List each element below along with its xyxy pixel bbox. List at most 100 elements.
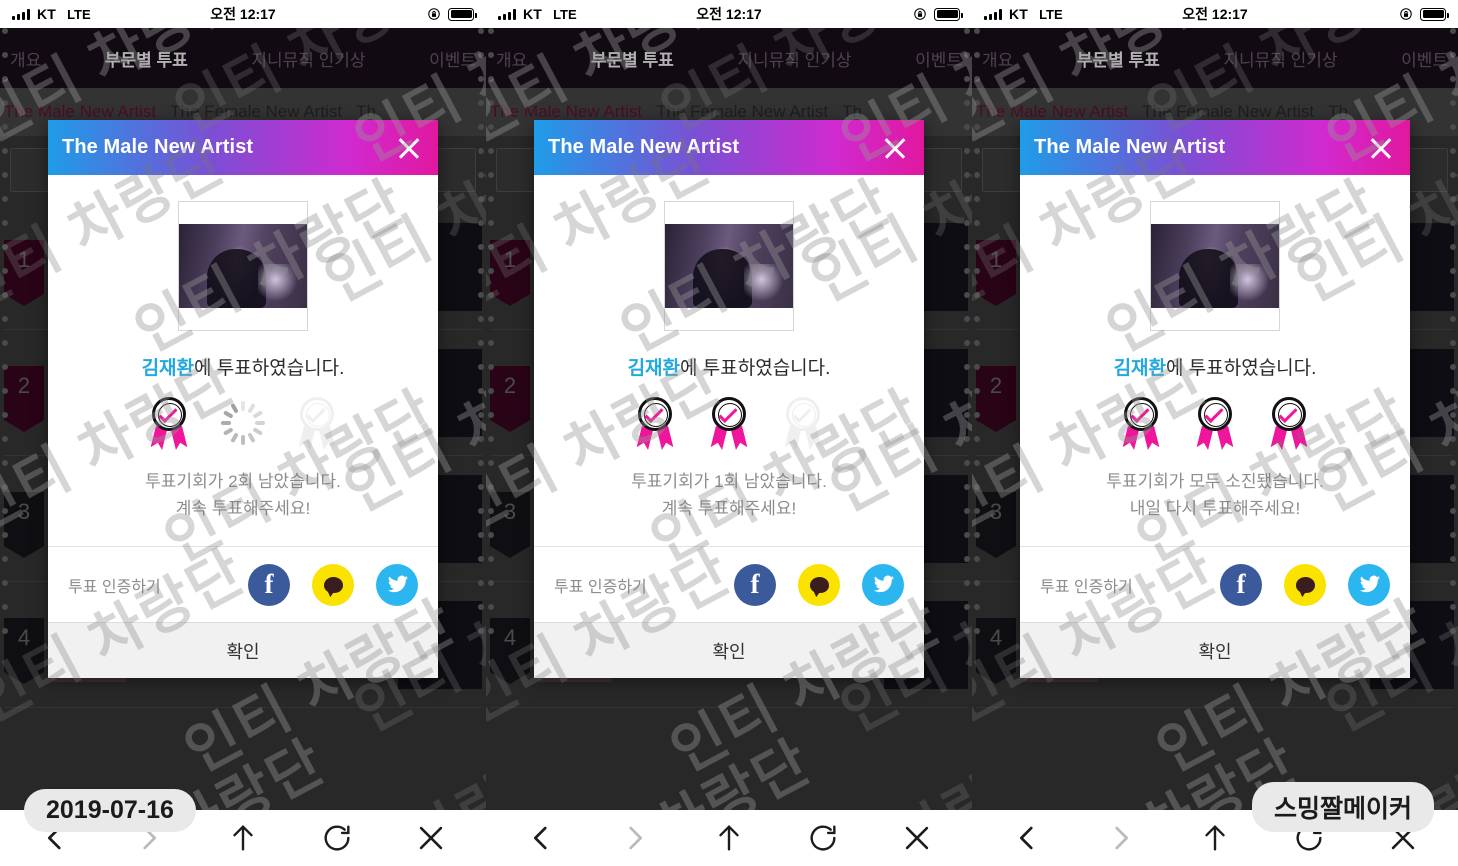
vote-badge-1 [146,397,192,451]
voted-message-suffix: 에 투표하였습니다. [1166,358,1317,379]
carrier-label: KT [1009,6,1029,22]
close-tab-button[interactable] [900,821,934,855]
vote-confirmation-modal: The Male New Artist 김재환에 투표하였습니다. 투표기회가 1회… [534,120,924,679]
voted-artist-name: 김재환 [141,358,195,379]
share-icon-group: f [248,563,418,606]
vote-badge-3 [1266,397,1312,451]
close-icon[interactable] [394,133,424,163]
network-type-label: LTE [1039,6,1063,22]
modal-title: The Male New Artist [548,136,740,158]
reload-button[interactable] [320,821,354,855]
remaining-line-1: 투표기회가 1회 남았습니다. [631,472,827,491]
status-bar-left: KT LTE [984,6,1063,22]
modal-header: The Male New Artist [534,120,924,175]
modal-body: 김재환에 투표하였습니다. 투표기회가 모두 소진됐습니다. 내일 다시 투표해주세… [1020,175,1410,546]
remaining-line-1: 투표기회가 2회 남았습니다. [145,472,341,491]
share-button[interactable] [1198,821,1232,855]
share-section: 투표 인증하기 f [1020,546,1410,623]
vote-badge-1 [632,397,678,451]
battery-icon [934,7,963,21]
vote-confirmation-modal: The Male New Artist 김재환에 투표하였습니다. 투표기회가 모두… [1020,120,1410,679]
share-section: 투표 인증하기 f [534,546,924,623]
network-type-label: LTE [553,6,577,22]
forward-button[interactable] [1104,821,1138,855]
facebook-share-button[interactable]: f [248,563,290,606]
confirm-button[interactable]: 확인 [1020,622,1410,679]
rotation-lock-icon [913,7,927,21]
facebook-share-button[interactable]: f [1220,563,1262,606]
modal-title: The Male New Artist [62,136,254,158]
voted-message: 김재환에 투표하였습니다. [554,353,904,380]
voted-message: 김재환에 투표하였습니다. [68,353,418,380]
share-label: 투표 인증하기 [68,578,161,596]
share-icon-group: f [1220,563,1390,606]
voted-message: 김재환에 투표하였습니다. [1040,353,1390,380]
maker-pill: 스밍짤메이커 [1251,782,1434,832]
vote-confirmation-modal: The Male New Artist 김재환에 투표하였습니다. 투표기회가 2회… [48,120,438,679]
status-bar: KT LTE 오전 12:17 [0,0,486,28]
kakaotalk-share-button[interactable] [1284,563,1326,606]
confirm-button[interactable]: 확인 [534,622,924,679]
battery-icon [448,7,477,21]
confirm-button-label: 확인 [712,641,746,662]
share-button[interactable] [226,821,260,855]
vote-badge-2 [706,397,752,451]
status-bar-left: KT LTE [498,6,577,22]
phone-screen-2: KT LTE 오전 12:17 개요 부문별 투표 지니뮤직 인기상 이벤트 The Male… [486,0,972,866]
forward-button[interactable] [618,821,652,855]
remaining-line-2: 계속 투표해주세요! [661,499,797,519]
twitter-share-button[interactable] [862,563,904,606]
remaining-line-1: 투표기회가 모두 소진됐습니다. [1106,472,1324,491]
modal-body: 김재환에 투표하였습니다. 투표기회가 1회 남았습니다. 계속 투표해주세요! [534,175,924,546]
twitter-share-button[interactable] [1348,563,1390,606]
rotation-lock-icon [427,7,441,21]
artist-photo-frame [664,201,794,331]
artist-photo [665,224,793,308]
three-phone-screenshot-row: KT LTE 오전 12:17 개요 부문별 투표 지니뮤직 인기상 이벤트 The Male… [0,0,1458,866]
remaining-line-2: 계속 투표해주세요! [175,499,311,519]
voted-message-suffix: 에 투표하였습니다. [680,358,831,379]
close-tab-button[interactable] [414,821,448,855]
vote-badges [554,394,904,454]
signal-strength-icon [498,8,516,20]
remaining-line-2: 내일 다시 투표해주세요! [1129,499,1301,519]
share-button[interactable] [712,821,746,855]
rotation-lock-icon [1399,7,1413,21]
vote-badge-2 [1192,397,1238,451]
signal-strength-icon [984,8,1002,20]
modal-header: The Male New Artist [1020,120,1410,175]
confirm-button-label: 확인 [226,641,260,662]
network-type-label: LTE [67,6,91,22]
browser-toolbar [486,810,972,866]
kakaotalk-share-button[interactable] [312,563,354,606]
reload-button[interactable] [806,821,840,855]
close-icon[interactable] [1366,133,1396,163]
artist-photo [179,224,307,308]
artist-photo-frame [178,201,308,331]
remaining-votes-message: 투표기회가 2회 남았습니다. 계속 투표해주세요! [68,468,418,540]
voted-message-suffix: 에 투표하였습니다. [194,358,345,379]
phone-screen-3: KT LTE 오전 12:17 개요 부문별 투표 지니뮤직 인기상 이벤트 The Male… [972,0,1458,866]
vote-badges [1040,394,1390,454]
voted-artist-name: 김재환 [627,358,681,379]
back-button[interactable] [524,821,558,855]
carrier-label: KT [523,6,543,22]
remaining-votes-message: 투표기회가 모두 소진됐습니다. 내일 다시 투표해주세요! [1040,468,1390,540]
twitter-share-button[interactable] [376,563,418,606]
back-button[interactable] [1010,821,1044,855]
modal-header: The Male New Artist [48,120,438,175]
close-icon[interactable] [880,133,910,163]
confirm-button[interactable]: 확인 [48,622,438,679]
date-pill: 2019-07-16 [24,789,196,832]
carrier-label: KT [37,6,57,22]
facebook-share-button[interactable]: f [734,563,776,606]
status-bar-right [427,7,477,21]
modal-title: The Male New Artist [1034,136,1226,158]
voted-artist-name: 김재환 [1113,358,1167,379]
signal-strength-icon [12,8,30,20]
vote-badge-3 [780,397,826,451]
kakaotalk-share-button[interactable] [798,563,840,606]
status-bar: KT LTE 오전 12:17 [972,0,1458,28]
share-section: 투표 인증하기 f [48,546,438,623]
share-icon-group: f [734,563,904,606]
